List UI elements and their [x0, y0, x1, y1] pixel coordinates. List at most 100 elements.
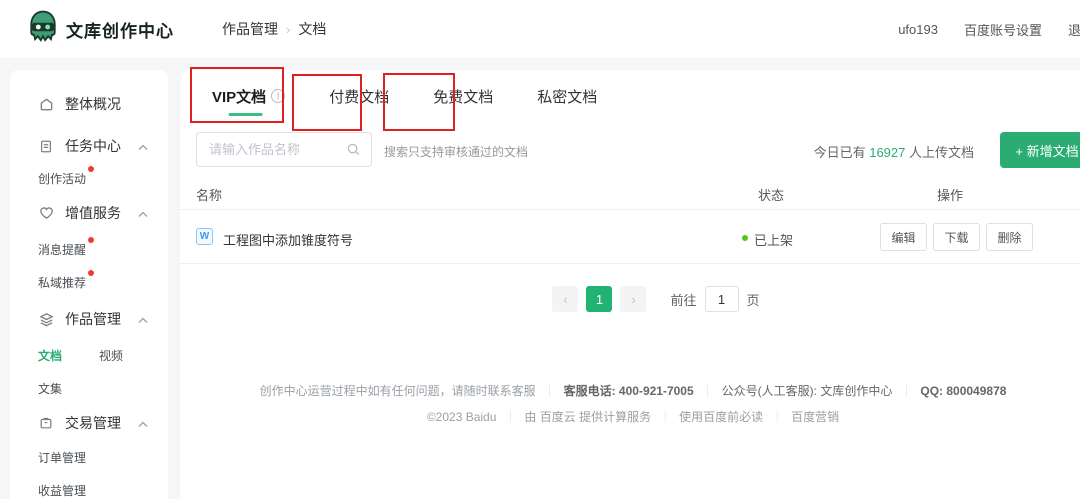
table-header: 名称 状态 操作	[180, 176, 1080, 210]
breadcrumb-separator-icon: ›	[286, 22, 290, 37]
sidebar-item-revenue-management[interactable]: 收益管理	[38, 482, 86, 499]
footer-qq: QQ: 800049878	[920, 384, 1006, 398]
footer-wechat: 公众号(人工客服): 文库创作中心	[722, 384, 893, 398]
sidebar-item-message-remind[interactable]: 消息提醒	[38, 241, 86, 258]
download-button[interactable]: 下载	[933, 223, 980, 251]
chevron-up-icon[interactable]	[138, 415, 148, 431]
tab-private-docs[interactable]: 私密文档	[537, 70, 597, 122]
column-name: 名称	[196, 185, 222, 204]
goto-page: 前往 页	[670, 286, 759, 312]
stat-count: 16927	[869, 145, 905, 160]
word-doc-icon: W	[196, 228, 213, 245]
sidebar-subgroup: 文档 视频 文集	[10, 347, 168, 397]
tab-label: 付费文档	[329, 86, 389, 107]
doc-title-link[interactable]: 工程图中添加锥度符号	[223, 230, 353, 249]
top-header: 文库创作中心 作品管理 › 文档 ufo193 百度账号设置 退出	[0, 0, 1080, 58]
next-page-button[interactable]: ›	[620, 286, 646, 312]
chevron-up-icon[interactable]	[138, 205, 148, 221]
layers-icon	[38, 311, 54, 327]
logo-title: 文库创作中心	[66, 17, 174, 42]
footer-line1: 创作中心运营过程中如有任何问题，请随时联系客服 ｜ 客服电话: 400-921-70…	[180, 378, 1080, 404]
sidebar: 整体概况 任务中心 创作活动 增值服务 消息提醒 私域推荐	[10, 70, 168, 499]
app-window: 文库创作中心 作品管理 › 文档 ufo193 百度账号设置 退出 整体概况 任…	[0, 0, 1080, 499]
search-icon[interactable]	[346, 142, 361, 162]
sidebar-item-label: 作品管理	[65, 309, 121, 329]
sidebar-item-label: 整体概况	[65, 94, 121, 114]
octopus-mascot-icon	[28, 10, 58, 49]
footer-separator: ｜	[659, 410, 671, 424]
footer-separator: ｜	[504, 410, 516, 424]
footer-copyright: ©2023 Baidu	[427, 410, 497, 424]
sidebar-item-overview[interactable]: 整体概况	[10, 92, 168, 116]
table-row: W 工程图中添加锥度符号 已上架 编辑 下载 删除	[180, 210, 1080, 264]
footer-marketing-link[interactable]: 百度营销	[791, 410, 839, 424]
prev-page-button[interactable]: ‹	[552, 286, 578, 312]
status-badge: 已上架	[754, 230, 793, 249]
chevron-up-icon[interactable]	[138, 138, 148, 154]
breadcrumb-current: 文档	[298, 19, 326, 39]
sidebar-subgroup: 消息提醒 私域推荐	[10, 241, 168, 291]
status-dot-icon	[742, 235, 748, 241]
sidebar-item-label: 交易管理	[65, 413, 121, 433]
footer-separator: ｜	[771, 410, 783, 424]
sidebar-item-label: 任务中心	[65, 136, 121, 156]
sidebar-item-creation-activity[interactable]: 创作活动	[38, 170, 86, 187]
column-action: 操作	[937, 185, 963, 204]
search-input[interactable]	[197, 133, 337, 166]
heart-icon	[38, 205, 54, 221]
sidebar-item-task-center[interactable]: 任务中心	[10, 134, 168, 158]
sidebar-item-private-recommend[interactable]: 私域推荐	[38, 274, 86, 291]
footer-separator: ｜	[900, 384, 912, 398]
search-hint: 搜索只支持审核通过的文档	[384, 143, 528, 160]
docs-table: 名称 状态 操作 W 工程图中添加锥度符号 已上架 编辑 下载 删除	[180, 176, 1080, 264]
stat-prefix: 今日已有	[814, 145, 870, 160]
chevron-up-icon[interactable]	[138, 311, 148, 327]
breadcrumb: 作品管理 › 文档	[222, 19, 326, 39]
delete-button[interactable]: 删除	[986, 223, 1033, 251]
sidebar-item-label: 增值服务	[65, 203, 121, 223]
footer-hotline: 客服电话: 400-921-7005	[564, 384, 694, 398]
orders-icon	[38, 415, 54, 431]
footer-separator: ｜	[702, 384, 714, 398]
tab-paid-docs[interactable]: 付费文档	[329, 70, 389, 122]
page-footer: 创作中心运营过程中如有任何问题，请随时联系客服 ｜ 客服电话: 400-921-70…	[180, 378, 1080, 430]
new-doc-button[interactable]: + 新增文档	[1000, 132, 1080, 168]
stat-suffix: 人上传文档	[905, 145, 974, 160]
sidebar-subgroup: 订单管理 收益管理	[10, 449, 168, 499]
sidebar-item-documents[interactable]: 文档	[38, 347, 62, 364]
current-page-button[interactable]: 1	[586, 286, 612, 312]
app-logo[interactable]: 文库创作中心	[28, 10, 174, 49]
tasks-icon	[38, 138, 54, 154]
page-unit-label: 页	[747, 290, 760, 309]
info-icon[interactable]: !	[271, 89, 285, 103]
main-content: VIP文档 ! 付费文档 免费文档 私密文档 搜索只支持审核通过的文档 今日已有…	[180, 70, 1080, 499]
sidebar-item-order-management[interactable]: 订单管理	[38, 449, 86, 466]
breadcrumb-parent[interactable]: 作品管理	[222, 19, 278, 39]
page-number-input[interactable]	[705, 286, 739, 312]
edit-button[interactable]: 编辑	[880, 223, 927, 251]
sidebar-item-videos[interactable]: 视频	[99, 347, 123, 364]
header-actions: ufo193 百度账号设置 退出	[898, 20, 1080, 39]
logout-link[interactable]: 退出	[1068, 20, 1080, 39]
toolbar: 搜索只支持审核通过的文档 今日已有 16927 人上传文档 + 新增文档	[196, 132, 1080, 168]
tab-free-docs[interactable]: 免费文档	[433, 70, 493, 122]
sidebar-item-value-added[interactable]: 增值服务	[10, 201, 168, 225]
tab-label: VIP文档	[212, 86, 266, 107]
goto-label: 前往	[670, 290, 696, 309]
footer-readme-link[interactable]: 使用百度前必读	[679, 410, 763, 424]
tab-vip-docs[interactable]: VIP文档 !	[212, 70, 285, 122]
upload-stat: 今日已有 16927 人上传文档	[814, 142, 974, 161]
footer-line2: ©2023 Baidu ｜ 由 百度云 提供计算服务 ｜ 使用百度前必读 ｜ 百度营销	[180, 404, 1080, 430]
doc-type-tabs: VIP文档 ! 付费文档 免费文档 私密文档	[180, 70, 1080, 122]
sidebar-item-works-management[interactable]: 作品管理	[10, 307, 168, 331]
search-box	[196, 132, 372, 167]
tab-label: 免费文档	[433, 86, 493, 107]
footer-help-text: 创作中心运营过程中如有任何问题，请随时联系客服	[260, 384, 536, 398]
footer-cloud: 由 百度云 提供计算服务	[524, 410, 651, 424]
footer-separator: ｜	[544, 384, 556, 398]
sidebar-item-trade-management[interactable]: 交易管理	[10, 411, 168, 435]
sidebar-item-collections[interactable]: 文集	[38, 380, 158, 397]
username[interactable]: ufo193	[898, 22, 938, 37]
account-settings-link[interactable]: 百度账号设置	[964, 20, 1042, 39]
column-status: 状态	[758, 185, 784, 204]
